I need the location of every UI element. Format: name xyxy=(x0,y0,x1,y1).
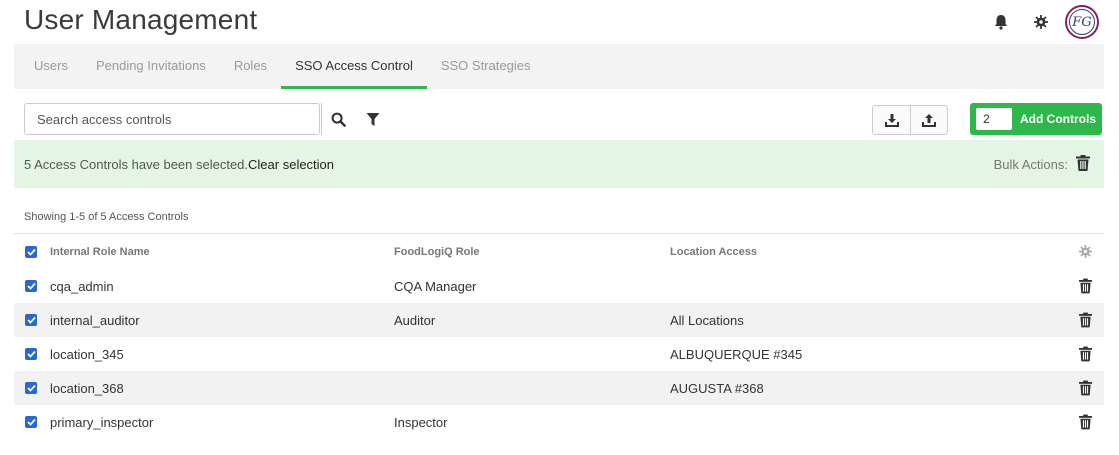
cell-internal-role: cqa_admin xyxy=(50,278,114,294)
selection-banner: 5 Access Controls have been selected. Cle… xyxy=(14,140,1104,188)
add-controls-button[interactable]: 2 Add Controls xyxy=(970,103,1102,135)
add-controls-label: Add Controls xyxy=(1020,112,1096,126)
gear-icon[interactable] xyxy=(1021,4,1061,40)
avatar[interactable]: FG xyxy=(1065,5,1099,39)
header-internal-role[interactable]: Internal Role Name xyxy=(50,246,150,258)
cell-internal-role: location_345 xyxy=(50,346,124,362)
page-header: User Management FG xyxy=(0,0,1119,44)
column-settings-gear-icon[interactable] xyxy=(1076,245,1094,258)
cell-internal-role: internal_auditor xyxy=(50,312,140,328)
trash-icon[interactable] xyxy=(1076,278,1094,294)
add-quantity-input[interactable]: 2 xyxy=(976,108,1012,130)
cell-internal-role: primary_inspector xyxy=(50,414,154,430)
tab-pending-invitations[interactable]: Pending Invitations xyxy=(82,44,220,89)
tab-sso-access-control[interactable]: SSO Access Control xyxy=(281,44,427,89)
table-row[interactable]: location_368 AUGUSTA #368 xyxy=(14,371,1104,405)
trash-icon[interactable] xyxy=(1076,380,1094,396)
table-row[interactable]: location_345 ALBUQUERQUE #345 xyxy=(14,337,1104,371)
cell-foodlogiq-role: Inspector xyxy=(394,414,448,430)
download-icon[interactable] xyxy=(873,106,910,134)
bulk-actions: Bulk Actions: xyxy=(994,140,1090,188)
table-row[interactable]: internal_auditor Auditor All Locations xyxy=(14,303,1104,337)
header-icons: FG xyxy=(981,4,1099,40)
trash-icon[interactable] xyxy=(1076,414,1094,430)
row-checkbox[interactable] xyxy=(25,382,37,394)
import-export-group xyxy=(872,105,948,135)
selection-message: 5 Access Controls have been selected. xyxy=(24,156,249,172)
bulk-actions-label: Bulk Actions: xyxy=(993,156,1068,172)
bell-icon[interactable] xyxy=(981,4,1021,40)
trash-icon[interactable] xyxy=(1076,154,1090,174)
cell-location-access: ALBUQUERQUE #345 xyxy=(670,346,803,362)
table-row[interactable]: cqa_admin CQA Manager xyxy=(14,269,1104,303)
cell-location-access: All Locations xyxy=(670,312,744,328)
toolbar: 2 Add Controls xyxy=(24,103,1104,135)
header-location-access[interactable]: Location Access xyxy=(670,246,757,258)
upload-icon[interactable] xyxy=(910,106,947,134)
results-count: Showing 1-5 of 5 Access Controls xyxy=(24,211,189,223)
cell-foodlogiq-role: Auditor xyxy=(394,312,436,328)
tab-sso-strategies[interactable]: SSO Strategies xyxy=(427,44,545,89)
table-header-row: Internal Role Name FoodLogiQ Role Locati… xyxy=(14,233,1104,269)
filter-icon[interactable] xyxy=(358,103,388,135)
cell-foodlogiq-role: CQA Manager xyxy=(394,278,477,294)
access-controls-table: Internal Role Name FoodLogiQ Role Locati… xyxy=(14,233,1104,439)
trash-icon[interactable] xyxy=(1076,346,1094,362)
table-row[interactable]: primary_inspector Inspector xyxy=(14,405,1104,439)
tab-users[interactable]: Users xyxy=(20,44,82,89)
cell-internal-role: location_368 xyxy=(50,380,124,396)
avatar-initials: FG xyxy=(1069,9,1095,35)
row-checkbox[interactable] xyxy=(25,280,37,292)
row-checkbox[interactable] xyxy=(25,348,37,360)
cell-location-access: AUGUSTA #368 xyxy=(670,380,764,396)
clear-selection-link[interactable]: Clear selection xyxy=(248,157,334,172)
tab-roles[interactable]: Roles xyxy=(220,44,281,89)
trash-icon[interactable] xyxy=(1076,312,1094,328)
page-title: User Management xyxy=(24,4,258,35)
row-checkbox[interactable] xyxy=(25,416,37,428)
header-foodlogiq-role[interactable]: FoodLogiQ Role xyxy=(394,246,480,258)
row-checkbox[interactable] xyxy=(25,314,37,326)
select-all-checkbox[interactable] xyxy=(25,245,37,258)
search-input[interactable] xyxy=(24,103,320,135)
search-icon[interactable] xyxy=(321,103,355,135)
tab-bar: Users Pending Invitations Roles SSO Acce… xyxy=(14,44,1104,89)
